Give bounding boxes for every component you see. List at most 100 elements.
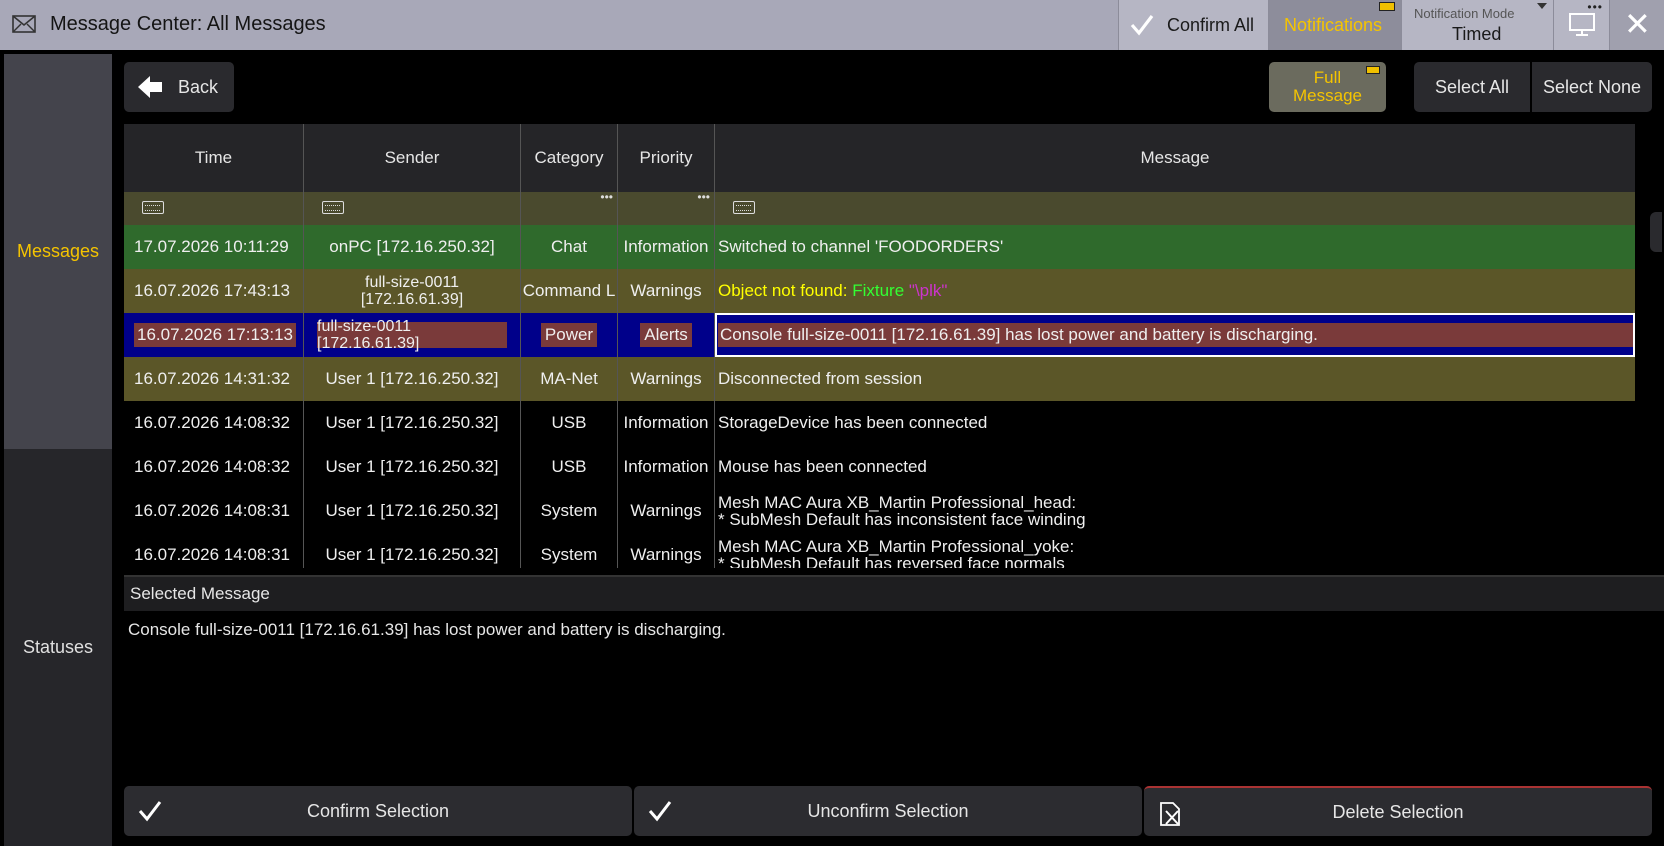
- category-cell: USB: [521, 445, 618, 489]
- table-row-selected[interactable]: 16.07.2026 17:13:13 full-size-0011 [172.…: [124, 313, 1635, 357]
- table-row[interactable]: 16.07.2026 14:08:31 User 1 [172.16.250.3…: [124, 489, 1635, 533]
- message-object-type: Fixture: [852, 281, 905, 300]
- check-icon: [138, 801, 162, 822]
- close-button[interactable]: ✕: [1609, 0, 1664, 50]
- full-message-label-1: Full: [1313, 68, 1342, 87]
- message-line: Mesh MAC Aura XB_Martin Professional_yok…: [718, 537, 1075, 556]
- notifications-button[interactable]: Notifications: [1268, 0, 1401, 50]
- priority-value: Alerts: [640, 323, 692, 347]
- message-cell: Mesh MAC Aura XB_Martin Professional_yok…: [715, 533, 1635, 568]
- time-cell: 16.07.2026 14:08:31: [124, 489, 304, 533]
- column-header-priority[interactable]: Priority: [618, 124, 715, 192]
- message-cell: Console full-size-0011 [172.16.61.39] ha…: [715, 313, 1635, 357]
- more-icon: •••: [600, 192, 613, 204]
- keyboard-icon: [322, 201, 344, 214]
- table-row[interactable]: 16.07.2026 14:31:32 User 1 [172.16.250.3…: [124, 357, 1635, 401]
- filter-row: ••• •••: [124, 192, 1635, 225]
- priority-cell: Alerts: [618, 313, 715, 357]
- delete-selection-button[interactable]: Delete Selection: [1144, 786, 1652, 836]
- column-header-category[interactable]: Category: [521, 124, 618, 192]
- keyboard-icon: [733, 201, 755, 214]
- message-value: Console full-size-0011 [172.16.61.39] ha…: [718, 323, 1633, 347]
- priority-cell: Information: [618, 225, 715, 269]
- sender-cell: full-size-0011 [172.16.61.39]: [304, 313, 521, 357]
- arrow-left-icon: [138, 76, 162, 98]
- category-filter[interactable]: •••: [521, 192, 618, 225]
- priority-cell: Warnings: [618, 533, 715, 568]
- scrollbar-handle[interactable]: [1650, 212, 1662, 252]
- table-row[interactable]: 16.07.2026 14:08:32 User 1 [172.16.250.3…: [124, 445, 1635, 489]
- sender-cell: full-size-0011 [172.16.61.39]: [304, 269, 521, 313]
- message-cell: Mouse has been connected: [718, 457, 927, 476]
- full-message-toggle[interactable]: Full Message: [1269, 62, 1386, 112]
- column-header-message[interactable]: Message: [715, 124, 1635, 192]
- more-icon: •••: [697, 192, 710, 204]
- message-cell: StorageDevice has been connected: [718, 413, 988, 432]
- sender-filter[interactable]: [304, 192, 521, 225]
- sender-cell: onPC [172.16.250.32]: [304, 225, 521, 269]
- table-row[interactable]: 16.07.2026 17:43:13 full-size-0011 [172.…: [124, 269, 1635, 313]
- confirm-selection-label: Confirm Selection: [306, 800, 450, 821]
- message-line: * SubMesh Default has inconsistent face …: [718, 510, 1086, 529]
- more-icon: •••: [1587, 0, 1603, 14]
- message-filter[interactable]: [715, 192, 1635, 225]
- notifications-label: Notifications: [1284, 15, 1383, 35]
- notification-mode-select[interactable]: Notification Mode Timed: [1401, 0, 1553, 50]
- back-label: Back: [178, 76, 219, 97]
- time-value: 16.07.2026 17:13:13: [134, 323, 296, 347]
- column-header-sender[interactable]: Sender: [304, 124, 521, 192]
- message-cell: Switched to channel 'FOODORDERS': [718, 237, 1004, 256]
- window-title: Message Center: All Messages: [50, 13, 326, 35]
- screen-button[interactable]: •••: [1553, 0, 1609, 50]
- notification-mode-caption: Notification Mode: [1414, 6, 1515, 21]
- select-none-button[interactable]: Select None: [1532, 62, 1652, 112]
- back-button[interactable]: Back: [124, 62, 234, 112]
- sender-cell: User 1 [172.16.250.32]: [304, 357, 521, 401]
- sender-highlight: full-size-0011 [172.16.61.39]: [317, 318, 507, 352]
- sidebar: Messages Statuses: [4, 54, 112, 846]
- flag-icon: [1366, 66, 1380, 74]
- sender-cell: User 1 [172.16.250.32]: [304, 445, 521, 489]
- title-bar: Message Center: All Messages Confirm All…: [0, 0, 1664, 50]
- priority-cell: Warnings: [618, 489, 715, 533]
- table-row[interactable]: 17.07.2026 10:11:29 onPC [172.16.250.32]…: [124, 225, 1635, 269]
- confirm-all-button[interactable]: Confirm All: [1118, 0, 1268, 50]
- category-cell: USB: [521, 401, 618, 445]
- message-line: * SubMesh Default has reversed face norm…: [718, 554, 1065, 568]
- flag-icon: [1379, 2, 1395, 11]
- time-cell: 16.07.2026 17:43:13: [124, 269, 304, 313]
- sidebar-tab-messages[interactable]: Messages: [4, 54, 112, 449]
- time-cell: 16.07.2026 14:08:31: [124, 533, 304, 568]
- column-header-time[interactable]: Time: [124, 124, 304, 192]
- sender-ip: [172.16.61.39]: [317, 335, 420, 352]
- category-cell: System: [521, 489, 618, 533]
- messages-table: Time Sender Category Priority Message ••…: [124, 124, 1650, 568]
- sidebar-tab-statuses[interactable]: Statuses: [4, 449, 112, 846]
- envelope-icon: [12, 15, 36, 33]
- table-header: Time Sender Category Priority Message: [124, 124, 1635, 192]
- sender-cell: User 1 [172.16.250.32]: [304, 533, 521, 568]
- priority-cell: Information: [618, 445, 715, 489]
- delete-selection-label: Delete Selection: [1332, 801, 1464, 822]
- priority-filter[interactable]: •••: [618, 192, 715, 225]
- category-value: Power: [540, 323, 598, 347]
- table-row[interactable]: 16.07.2026 14:08:32 User 1 [172.16.250.3…: [124, 401, 1635, 445]
- message-text: Object not found:: [718, 281, 848, 300]
- time-cell: 16.07.2026 14:31:32: [124, 357, 304, 401]
- confirm-selection-button[interactable]: Confirm Selection: [124, 786, 632, 836]
- selected-message-heading: Selected Message: [124, 575, 1664, 611]
- sender-cell: User 1 [172.16.250.32]: [304, 401, 521, 445]
- check-icon: [648, 801, 672, 822]
- close-icon: ✕: [1624, 6, 1651, 42]
- message-cell: Disconnected from session: [718, 369, 923, 388]
- time-filter[interactable]: [124, 192, 304, 225]
- select-all-button[interactable]: Select All: [1414, 62, 1530, 112]
- time-cell: 17.07.2026 10:11:29: [124, 225, 304, 269]
- sender-ip: [172.16.61.39]: [360, 291, 464, 308]
- category-cell: Power: [521, 313, 618, 357]
- delete-document-icon: [1160, 802, 1180, 826]
- table-row[interactable]: 16.07.2026 14:08:31 User 1 [172.16.250.3…: [124, 533, 1635, 568]
- main-panel: Back Full Message Select All Select None…: [112, 50, 1664, 846]
- selected-message-text: Console full-size-0011 [172.16.61.39] ha…: [124, 611, 1664, 771]
- unconfirm-selection-button[interactable]: Unconfirm Selection: [634, 786, 1142, 836]
